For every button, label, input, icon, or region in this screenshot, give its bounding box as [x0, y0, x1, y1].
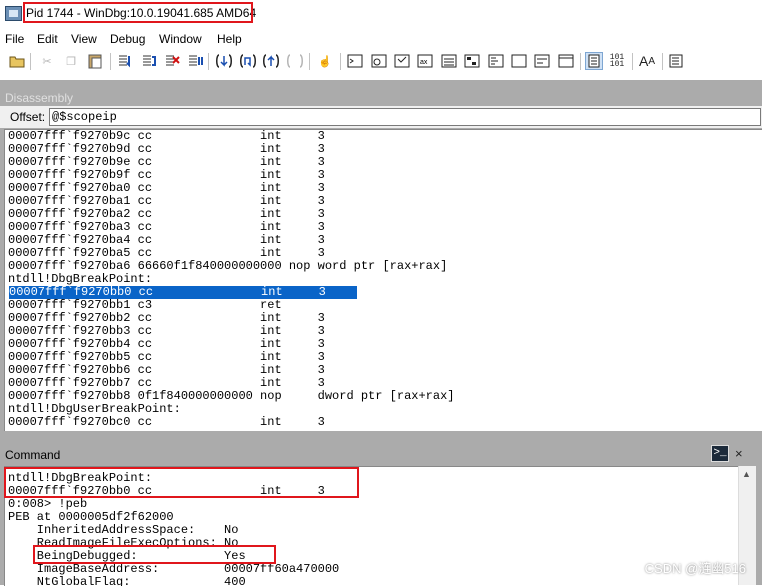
offset-input[interactable]: @$scopeip [49, 108, 761, 126]
options-icon[interactable] [668, 52, 686, 70]
breakpoint-highlight-box [4, 467, 359, 498]
toolbar-separator [632, 53, 633, 70]
windbg-app-icon [5, 6, 22, 21]
toolbar-separator [208, 53, 209, 70]
command-window-icon[interactable] [346, 52, 364, 70]
hand-icon[interactable]: ☝ [316, 52, 334, 70]
font-icon[interactable]: AA [638, 52, 656, 70]
registers-icon[interactable]: ax [416, 52, 434, 70]
locals-icon[interactable] [393, 52, 411, 70]
disassembly-icon[interactable] [487, 52, 505, 70]
hex-mode-icon[interactable]: 101 101 [608, 52, 626, 70]
menu-edit[interactable]: Edit [37, 32, 58, 46]
menu-file[interactable]: File [5, 32, 24, 46]
disassembly-title: Disassembly [5, 91, 74, 105]
watermark: CSDN @涟幽516 [644, 561, 746, 576]
command-title: Command [5, 448, 61, 462]
menu-debug[interactable]: Debug [110, 32, 145, 46]
break-icon[interactable] [186, 52, 204, 70]
offset-label: Offset: [10, 110, 46, 124]
step-over-icon[interactable] [239, 52, 257, 70]
menu-view[interactable]: View [71, 32, 97, 46]
command-prompt-icon[interactable]: >_ [711, 445, 729, 462]
scroll-up-arrow-icon[interactable]: ▲ [738, 466, 755, 483]
title-highlight-box [23, 2, 253, 23]
toolbar: ✂ ❐ ☝ ax 101 101 A A [0, 52, 762, 74]
disasm-line[interactable]: 00007fff`f9270bc0 cc int 3 [8, 416, 762, 429]
options-window-icon[interactable] [557, 52, 575, 70]
command-titlebar [0, 444, 762, 466]
watch-icon[interactable] [370, 52, 388, 70]
processes-threads-icon[interactable] [533, 52, 551, 70]
toolbar-separator [110, 53, 111, 70]
go-icon[interactable] [116, 52, 134, 70]
toolbar-separator [30, 53, 31, 70]
run-to-cursor-icon[interactable] [286, 52, 304, 70]
being-debugged-highlight-box [33, 545, 276, 564]
menu-window[interactable]: Window [159, 32, 202, 46]
disassembly-pane[interactable]: 00007fff`f9270b9c cc int 3 00007fff`f927… [4, 129, 762, 431]
call-stack-icon[interactable] [463, 52, 481, 70]
step-into-icon[interactable] [215, 52, 233, 70]
font-icon-label: A [638, 53, 649, 69]
open-icon[interactable] [8, 52, 26, 70]
cut-icon[interactable]: ✂ [38, 52, 56, 70]
toolbar-separator [340, 53, 341, 70]
toolbar-separator [662, 53, 663, 70]
toolbar-separator [309, 53, 310, 70]
toolbar-separator [580, 53, 581, 70]
font-icon-label-small: A [648, 55, 655, 67]
menu-bar: File Edit View Debug Window Help [0, 30, 762, 48]
memory-icon[interactable] [440, 52, 458, 70]
svg-text:ax: ax [420, 59, 428, 66]
disassembly-titlebar [0, 88, 762, 106]
menu-help[interactable]: Help [217, 32, 242, 46]
restart-icon[interactable] [140, 52, 158, 70]
paste-icon[interactable] [86, 52, 104, 70]
stop-debugging-icon[interactable] [163, 52, 181, 70]
close-icon[interactable]: × [735, 446, 743, 461]
copy-icon[interactable]: ❐ [62, 52, 80, 70]
scratch-pad-icon[interactable] [510, 52, 528, 70]
source-mode-icon[interactable] [585, 52, 603, 70]
step-out-icon[interactable] [262, 52, 280, 70]
